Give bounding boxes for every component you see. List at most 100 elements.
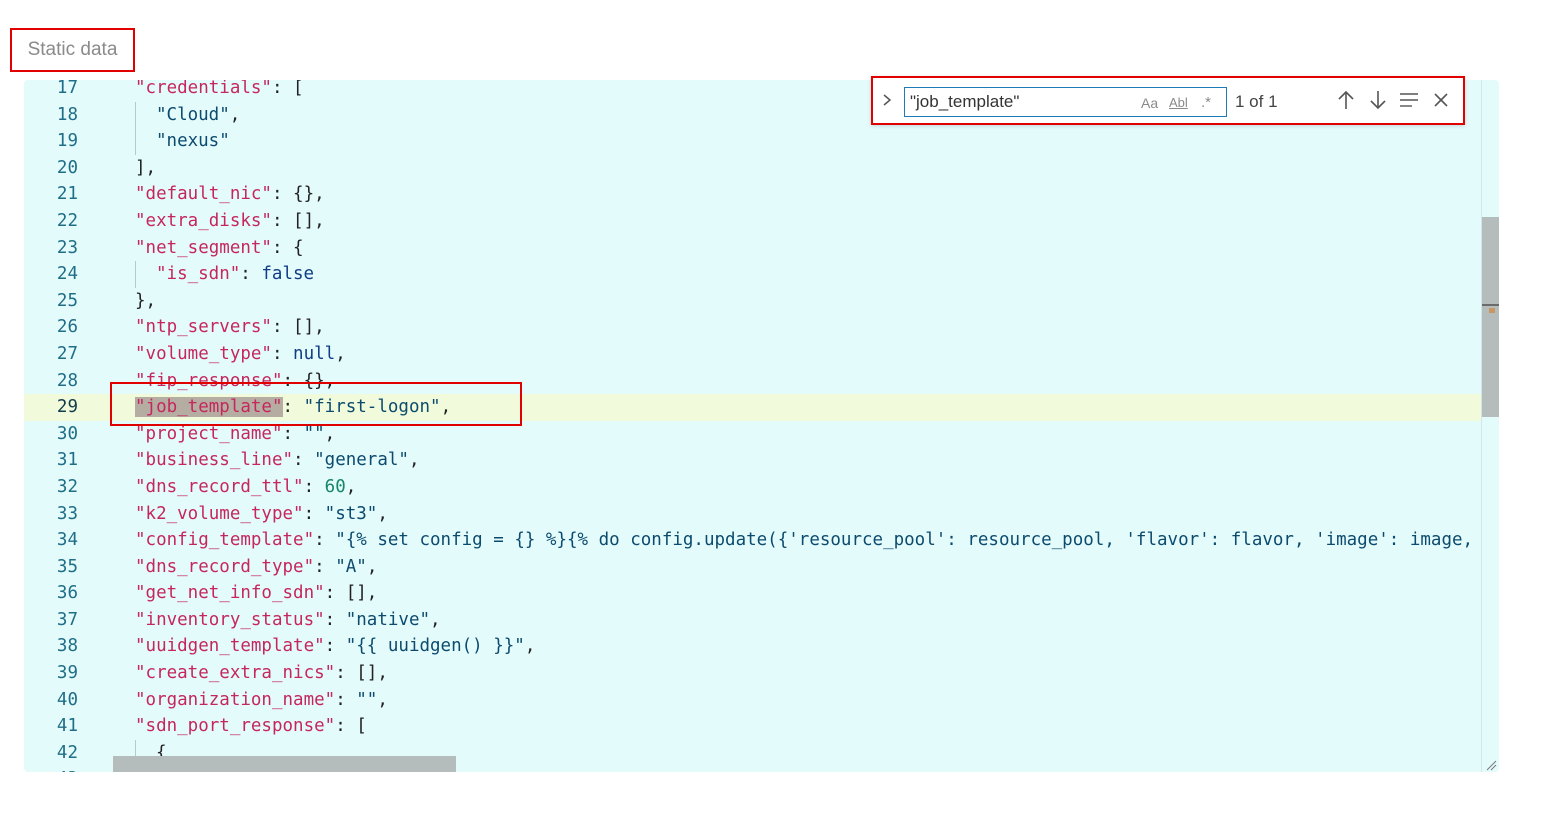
line-number: 39	[56, 663, 78, 684]
horizontal-scrollbar-thumb[interactable]	[113, 756, 456, 772]
code-line[interactable]: 22 "extra_disks": [],	[24, 208, 1499, 235]
code-token: ,	[335, 343, 346, 364]
code-text: "get_net_info_sdn": [],	[135, 580, 377, 607]
code-token: "{% set config = {} %}{% do config.updat…	[335, 530, 1474, 551]
line-number: 27	[56, 343, 78, 364]
vertical-scrollbar-thumb[interactable]	[1482, 217, 1499, 417]
arrow-up-icon[interactable]	[1334, 89, 1358, 113]
line-number: 24	[56, 264, 78, 285]
line-number: 30	[56, 423, 78, 444]
code-line[interactable]: 39 "create_extra_nics": [],	[24, 660, 1499, 687]
code-text: "extra_disks": [],	[135, 208, 325, 235]
code-line[interactable]: 26 "ntp_servers": [],	[24, 314, 1499, 341]
line-number: 28	[56, 370, 78, 391]
line-number: 40	[56, 689, 78, 710]
code-line[interactable]: 19 "nexus"	[24, 128, 1499, 155]
code-token: "project_name"	[135, 423, 283, 444]
close-icon[interactable]	[1429, 89, 1453, 113]
code-token: :	[324, 636, 346, 657]
match-case-toggle[interactable]: Aa	[1141, 92, 1158, 114]
code-token: "dns_record_type"	[135, 556, 315, 577]
code-token: },	[135, 290, 157, 311]
code-line[interactable]: 31 "business_line": "general",	[24, 447, 1499, 474]
code-text: "nexus"	[135, 128, 230, 155]
arrow-down-icon[interactable]	[1366, 89, 1390, 113]
code-text: "sdn_port_response": [	[135, 713, 367, 740]
line-number: 18	[56, 104, 78, 125]
code-token: : [],	[271, 317, 325, 338]
code-token: "inventory_status"	[135, 609, 325, 630]
code-token: "native"	[345, 609, 431, 630]
code-line[interactable]: 21 "default_nic": {},	[24, 181, 1499, 208]
code-token: :	[314, 556, 336, 577]
find-input[interactable]	[910, 91, 1130, 113]
code-line[interactable]: 38 "uuidgen_template": "{{ uuidgen() }}",	[24, 633, 1499, 660]
code-line[interactable]: 35 "dns_record_type": "A",	[24, 554, 1499, 581]
code-token: :	[293, 450, 315, 471]
code-line[interactable]: 34 "config_template": "{% set config = {}…	[24, 527, 1499, 554]
line-number: 19	[56, 131, 78, 152]
code-line[interactable]: 33 "k2_volume_type": "st3",	[24, 501, 1499, 528]
code-editor[interactable]: 17 "credentials": [18 "Cloud", 19 "nexus" 20]…	[24, 80, 1499, 772]
code-text: "inventory_status": "native",	[135, 607, 441, 634]
code-lines[interactable]: 17 "credentials": [18 "Cloud", 19 "nexus" 20]…	[24, 80, 1499, 772]
code-token: : [	[335, 716, 367, 737]
code-line[interactable]: 37 "inventory_status": "native",	[24, 607, 1499, 634]
line-number: 35	[56, 556, 78, 577]
code-line[interactable]: 27 "volume_type": null,	[24, 341, 1499, 368]
line-number: 20	[56, 157, 78, 178]
code-text: "ntp_servers": [],	[135, 314, 325, 341]
line-number: 21	[56, 184, 78, 205]
code-text: "dns_record_type": "A",	[135, 554, 377, 581]
code-token: "A"	[335, 556, 367, 577]
code-text: "Cloud",	[135, 101, 240, 129]
line-number: 23	[56, 237, 78, 258]
code-token: "sdn_port_response"	[135, 716, 336, 737]
find-match-marker	[1489, 308, 1495, 313]
regex-toggle[interactable]: .*	[1201, 92, 1211, 114]
line-number: 37	[56, 609, 78, 630]
code-token: "k2_volume_type"	[135, 503, 304, 524]
vertical-scrollbar[interactable]	[1481, 80, 1499, 772]
line-number: 36	[56, 583, 78, 604]
code-line[interactable]: 20],	[24, 155, 1499, 182]
section-title: Static data	[10, 28, 135, 72]
code-token: : {	[271, 237, 304, 258]
find-in-selection-icon[interactable]	[1397, 89, 1421, 113]
code-line[interactable]: 24 "is_sdn": false	[24, 261, 1499, 288]
code-text: "organization_name": "",	[135, 687, 388, 714]
code-token: ,	[408, 450, 420, 471]
line-number: 33	[56, 503, 78, 524]
code-token: null	[293, 343, 336, 364]
line-number: 43	[24, 766, 78, 772]
resize-handle-icon[interactable]	[1485, 759, 1497, 771]
line-number: 26	[56, 317, 78, 338]
chevron-right-icon[interactable]	[881, 92, 895, 110]
line-number: 41	[56, 716, 78, 737]
code-token: : [	[271, 80, 304, 98]
line-number: 42	[56, 742, 78, 763]
code-line[interactable]: 41 "sdn_port_response": [	[24, 713, 1499, 740]
line-number: 38	[56, 636, 78, 657]
indent-guide	[135, 128, 156, 155]
find-input-box[interactable]: Aa Abl .*	[904, 87, 1227, 117]
code-line[interactable]: 32 "dns_record_ttl": 60,	[24, 474, 1499, 501]
line-number: 17	[56, 80, 78, 98]
code-token: "business_line"	[135, 450, 294, 471]
code-text: },	[135, 288, 156, 315]
match-count: 1 of 1	[1235, 92, 1278, 111]
code-token: ""	[356, 689, 378, 710]
code-token: ""	[303, 423, 325, 444]
code-line[interactable]: 23 "net_segment": {	[24, 235, 1499, 262]
code-token: ,	[377, 689, 388, 710]
code-token: "general"	[314, 450, 409, 471]
whole-word-toggle[interactable]: Abl	[1169, 92, 1188, 114]
code-token: : [],	[271, 210, 325, 231]
code-text: "config_template": "{% set config = {} %…	[135, 527, 1473, 554]
code-token: "create_extra_nics"	[135, 663, 336, 684]
code-line[interactable]: 25},	[24, 288, 1499, 315]
match-highlight-box	[110, 382, 522, 426]
code-token: "net_segment"	[135, 237, 272, 258]
code-line[interactable]: 36 "get_net_info_sdn": [],	[24, 580, 1499, 607]
code-line[interactable]: 40 "organization_name": "",	[24, 687, 1499, 714]
